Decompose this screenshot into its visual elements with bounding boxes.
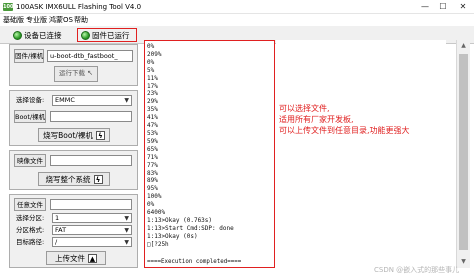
any-file-button[interactable]: 任意文件 bbox=[14, 198, 46, 211]
watermark: CSDN @嵌入式的那些事儿 bbox=[374, 266, 460, 274]
upload-icon: ▲ bbox=[88, 253, 97, 263]
burn-system-label: 烧写整个系统 bbox=[45, 174, 91, 184]
select-partition-dropdown[interactable]: 1 ▼ bbox=[52, 213, 132, 223]
select-device-value: EMMC bbox=[55, 96, 75, 104]
menu-item-pro[interactable]: 专业版 bbox=[26, 15, 47, 25]
log-line: 11% bbox=[147, 74, 158, 82]
log-footer: ====Execution completed==== bbox=[147, 259, 242, 265]
green-led-icon bbox=[81, 30, 90, 40]
log-line: 1:13>Okay (0.763s) bbox=[147, 216, 213, 224]
log-line: 35% bbox=[147, 106, 158, 114]
maximize-icon[interactable]: ☐ bbox=[436, 0, 450, 14]
log-line: 1:13>Okay (0s) bbox=[147, 232, 198, 240]
image-path-field[interactable] bbox=[50, 155, 132, 166]
log-line: 71% bbox=[147, 153, 158, 161]
run-download-button[interactable]: 运行下载 ↖ bbox=[54, 66, 98, 82]
upload-file-button[interactable]: 上传文件 ▲ bbox=[46, 251, 106, 265]
green-led-icon bbox=[13, 30, 22, 40]
image-file-button[interactable]: 映像文件 bbox=[14, 154, 46, 167]
firmware-panel: 固件/裸机 u-boot-dtb_fastboot_ 运行下载 ↖ bbox=[9, 44, 138, 86]
boot-path-field[interactable] bbox=[50, 111, 132, 122]
log-line: 59% bbox=[147, 137, 158, 145]
target-path-dropdown[interactable]: / ▼ bbox=[52, 237, 132, 247]
upload-file-label: 上传文件 bbox=[55, 253, 85, 263]
window-title: 100ASK IMX6ULL Flashing Tool V4.0 bbox=[16, 3, 142, 11]
burn-boot-button[interactable]: 烧写Boot/裸机 ϟ bbox=[38, 128, 110, 142]
scroll-up-icon[interactable]: ▲ bbox=[457, 40, 470, 52]
any-file-path-field[interactable] bbox=[50, 199, 132, 210]
select-partition-value: 1 bbox=[55, 214, 60, 222]
log-line: 0% bbox=[147, 43, 155, 50]
log-line: 23% bbox=[147, 90, 158, 98]
device-panel: 选择设备: EMMC ▼ Boot/裸机 烧写Boot/裸机 ϟ bbox=[9, 90, 138, 146]
log-line: 17% bbox=[147, 82, 158, 90]
partition-format-label: 分区格式: bbox=[16, 226, 45, 234]
firmware-path-field[interactable]: u-boot-dtb_fastboot_ bbox=[47, 50, 133, 62]
cursor-icon: ↖ bbox=[87, 69, 93, 77]
log-line: 5% bbox=[147, 66, 155, 74]
select-partition-label: 选择分区: bbox=[16, 214, 45, 222]
log-line: 41% bbox=[147, 114, 158, 122]
firmware-button[interactable]: 固件/裸机 bbox=[14, 49, 44, 63]
log-line: 0% bbox=[147, 58, 155, 66]
firmware-running-button[interactable]: 固件已运行 bbox=[77, 28, 137, 42]
minimize-icon[interactable]: — bbox=[418, 0, 432, 14]
close-icon[interactable]: ✕ bbox=[456, 0, 470, 14]
log-line: □[?25h bbox=[147, 240, 169, 248]
log-line: 0% bbox=[147, 201, 155, 209]
log-line: 6400% bbox=[147, 209, 166, 217]
target-path-label: 目标路径: bbox=[16, 238, 45, 246]
log-line: 47% bbox=[147, 122, 158, 130]
log-output[interactable]: 0% 209% 0% 5% 11% 17% 23% 29% 35% 41% 47% 53% 59% 65%… bbox=[144, 40, 275, 268]
partition-format-dropdown[interactable]: FAT ▼ bbox=[52, 225, 132, 235]
select-device-label: 选择设备: bbox=[16, 96, 45, 104]
boot-select-button[interactable]: Boot/裸机 bbox=[14, 110, 46, 123]
select-device-dropdown[interactable]: EMMC ▼ bbox=[52, 95, 132, 106]
scroll-thumb[interactable] bbox=[459, 54, 468, 250]
log-line: 95% bbox=[147, 185, 158, 193]
device-connected-label: 设备已连接 bbox=[24, 30, 62, 40]
log-line: 1:13>Start Cmd:SDP: done bbox=[147, 224, 234, 232]
annotation-line: 可以选择文件, bbox=[279, 104, 330, 113]
burn-system-button[interactable]: 烧写整个系统 ϟ bbox=[38, 172, 110, 186]
any-file-panel: 任意文件 选择分区: 1 ▼ 分区格式: FAT ▼ 目标路径: / ▼ 上传文… bbox=[9, 194, 138, 268]
burn-boot-label: 烧写Boot/裸机 bbox=[43, 130, 93, 140]
device-connected-button[interactable]: 设备已连接 bbox=[10, 28, 72, 42]
log-line: 65% bbox=[147, 145, 158, 153]
chevron-down-icon: ▼ bbox=[124, 215, 129, 222]
app-icon: 100 bbox=[3, 3, 14, 11]
title-bar: 100 100ASK IMX6ULL Flashing Tool V4.0 — … bbox=[0, 0, 474, 14]
menu-item-basic[interactable]: 基础版 bbox=[3, 15, 24, 25]
log-line: 77% bbox=[147, 161, 158, 169]
annotation-line: 适用所有厂家开发板, bbox=[279, 115, 354, 124]
partition-format-value: FAT bbox=[55, 226, 67, 234]
firmware-running-label: 固件已运行 bbox=[92, 30, 130, 40]
menu-item-help[interactable]: 帮助 bbox=[74, 15, 88, 25]
log-line: 29% bbox=[147, 98, 158, 106]
vertical-scrollbar[interactable]: ▲ ▼ bbox=[456, 40, 470, 268]
menu-bar: 基础版 专业版 鸿蒙OS 帮助 bbox=[0, 14, 474, 26]
chevron-down-icon: ▼ bbox=[124, 227, 129, 234]
run-download-label: 运行下载 bbox=[59, 69, 86, 77]
lightning-icon: ϟ bbox=[93, 174, 103, 184]
log-line: 89% bbox=[147, 177, 158, 185]
chevron-down-icon: ▼ bbox=[124, 97, 129, 104]
chevron-down-icon: ▼ bbox=[124, 239, 129, 246]
log-line: 100% bbox=[147, 193, 162, 201]
right-area bbox=[276, 40, 446, 268]
annotation-line: 可以上传文件到任意目录,功能更强大 bbox=[279, 126, 410, 135]
lightning-icon: ϟ bbox=[95, 130, 105, 140]
log-lines: 0% 209% 0% 5% 11% 17% 23% 29% 35% 41% 47% 53% 59% 65%… bbox=[147, 43, 272, 249]
log-line: 209% bbox=[147, 50, 162, 58]
image-panel: 映像文件 烧写整个系统 ϟ bbox=[9, 150, 138, 190]
log-line: 83% bbox=[147, 169, 158, 177]
annotation-text: 可以选择文件, 适用所有厂家开发板, 可以上传文件到任意目录,功能更强大 bbox=[279, 103, 439, 136]
log-line: 53% bbox=[147, 129, 158, 137]
target-path-value: / bbox=[55, 238, 58, 246]
menu-item-harmony[interactable]: 鸿蒙OS bbox=[49, 15, 73, 25]
